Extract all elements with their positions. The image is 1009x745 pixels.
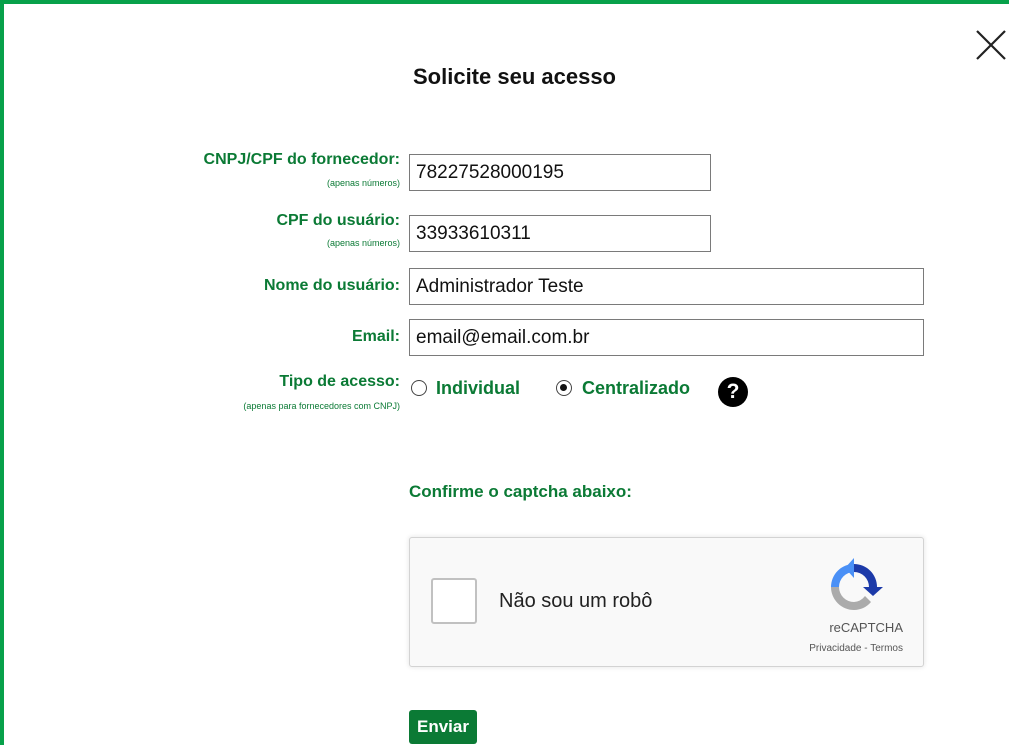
links-separator: - xyxy=(861,643,871,654)
recaptcha-widget: Não sou um robô reCAPTCHA Privacidade - … xyxy=(409,537,924,667)
recaptcha-label: Não sou um robô xyxy=(499,590,653,612)
radio-centralizado[interactable] xyxy=(556,380,572,396)
recaptcha-links: Privacidade - Termos xyxy=(809,643,903,654)
radio-centralizado-label[interactable]: Centralizado xyxy=(582,378,690,399)
terms-link[interactable]: Termos xyxy=(870,643,903,654)
dialog-title: Solicite seu acesso xyxy=(413,64,616,89)
email-label: Email: xyxy=(351,328,400,345)
cnpj-label: CNPJ/CPF do fornecedor: xyxy=(203,151,400,168)
radio-individual-label[interactable]: Individual xyxy=(436,378,520,399)
cpf-input[interactable] xyxy=(409,215,711,252)
access-type-hint: (apenas para fornecedores com CNPJ) xyxy=(243,401,400,411)
question-icon[interactable]: ? xyxy=(718,377,748,407)
email-input[interactable] xyxy=(409,319,924,356)
access-type-label: Tipo de acesso: xyxy=(279,373,400,390)
cnpj-hint: (apenas números) xyxy=(326,178,400,188)
radio-individual[interactable] xyxy=(411,380,427,396)
submit-button[interactable]: Enviar xyxy=(409,710,477,744)
name-input[interactable] xyxy=(409,268,924,305)
name-label: Nome do usuário: xyxy=(263,277,400,294)
cpf-label: CPF do usuário: xyxy=(276,212,400,229)
recaptcha-checkbox[interactable] xyxy=(431,578,477,624)
recaptcha-brand: reCAPTCHA xyxy=(829,620,903,635)
cpf-hint: (apenas números) xyxy=(326,238,400,248)
privacy-link[interactable]: Privacidade xyxy=(809,643,861,654)
captcha-title: Confirme o captcha abaixo: xyxy=(409,482,632,501)
close-icon[interactable] xyxy=(974,28,1008,62)
cnpj-input[interactable] xyxy=(409,154,711,191)
recaptcha-logo-icon xyxy=(831,558,883,610)
